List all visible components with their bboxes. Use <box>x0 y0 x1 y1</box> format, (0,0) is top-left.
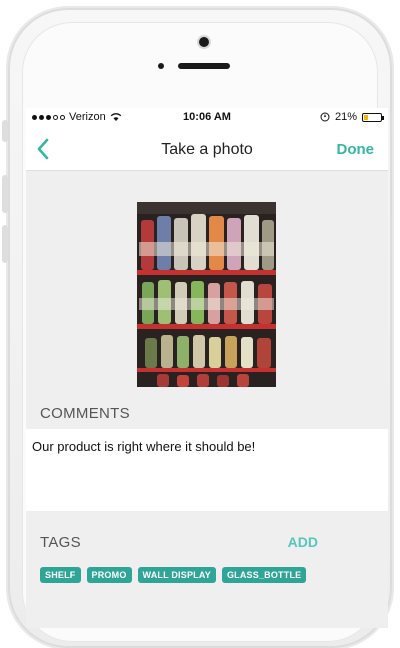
side-button <box>2 225 8 263</box>
tag-chip[interactable]: WALL DISPLAY <box>137 567 216 583</box>
shelf-photo[interactable] <box>137 202 276 387</box>
side-button <box>2 120 8 142</box>
status-right: 21% <box>320 111 384 123</box>
tags-label: TAGS <box>40 534 81 551</box>
shelf-photo-image <box>137 202 276 387</box>
battery-icon <box>362 112 384 122</box>
page-title: Take a photo <box>161 141 253 158</box>
tag-list: SHELF PROMO WALL DISPLAY GLASS_BOTTLE <box>40 567 307 583</box>
tag-chip[interactable]: PROMO <box>86 567 132 583</box>
earpiece-speaker <box>178 63 230 69</box>
status-bar: Verizon 10:06 AM 21% <box>26 108 388 128</box>
screen: Verizon 10:06 AM 21% Take a photo Done C… <box>26 108 388 628</box>
battery-percent: 21% <box>334 111 357 123</box>
comments-field[interactable]: Our product is right where it should be! <box>26 429 388 511</box>
nav-bar: Take a photo Done <box>26 128 388 171</box>
side-button <box>2 175 8 213</box>
done-button[interactable]: Done <box>337 141 375 158</box>
comments-text: Our product is right where it should be! <box>32 439 256 454</box>
front-camera <box>199 37 209 47</box>
comments-label: COMMENTS <box>40 405 130 422</box>
proximity-sensor <box>158 63 164 69</box>
tag-chip[interactable]: GLASS_BOTTLE <box>221 567 307 583</box>
tag-chip[interactable]: SHELF <box>40 567 81 583</box>
add-tag-button[interactable]: ADD <box>288 534 318 550</box>
location-icon <box>320 112 330 122</box>
